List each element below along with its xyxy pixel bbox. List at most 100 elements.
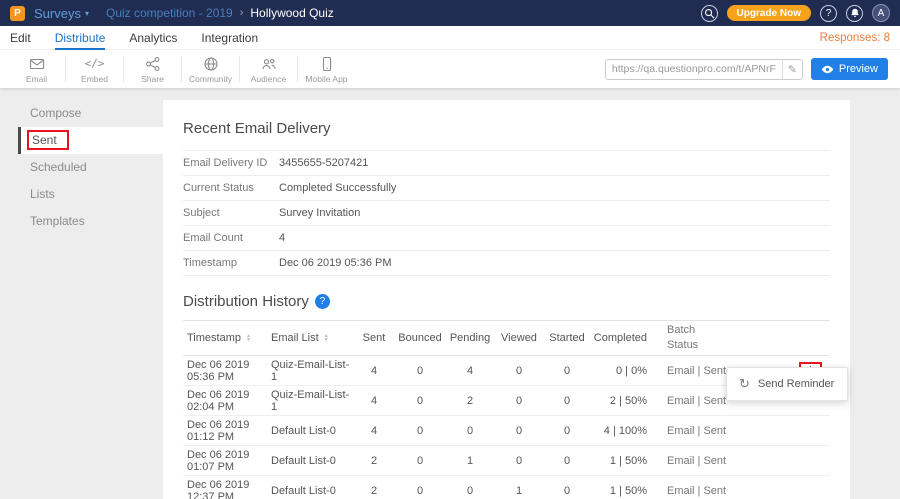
sent-sidebar: Compose Sent Scheduled Lists Templates	[18, 100, 163, 235]
breadcrumb-parent-link[interactable]: Quiz competition - 2019	[106, 6, 233, 20]
tool-share[interactable]: Share	[124, 54, 181, 84]
annotation-red-box: Sent	[27, 130, 69, 150]
responses-count[interactable]: Responses: 8	[820, 32, 890, 44]
cell-completed: 2 | 50%	[591, 395, 653, 407]
tool-community[interactable]: Community	[182, 54, 239, 84]
delivery-row: Timestamp Dec 06 2019 05:36 PM	[183, 251, 830, 276]
sort-icon: ▲▼	[324, 334, 329, 343]
upgrade-now-button[interactable]: Upgrade Now	[727, 5, 811, 21]
embed-icon: </>	[85, 56, 105, 72]
cell-email-list: Default List-0	[271, 425, 353, 437]
recent-delivery-title: Recent Email Delivery	[183, 120, 830, 137]
cell-pending: 2	[445, 395, 495, 407]
breadcrumb-separator: ›	[240, 7, 244, 19]
column-header-batch-status: Batch Status	[653, 323, 739, 353]
cell-pending: 0	[445, 425, 495, 437]
cell-viewed: 0	[495, 455, 543, 467]
delivery-value: 4	[279, 232, 285, 244]
distribution-history-title: Distribution History	[183, 293, 309, 310]
survey-url-input[interactable]	[606, 60, 782, 79]
tab-integration[interactable]: Integration	[201, 26, 258, 50]
tool-embed[interactable]: </> Embed	[66, 54, 123, 84]
cell-viewed: 0	[495, 425, 543, 437]
delivery-label: Email Delivery ID	[183, 157, 279, 169]
cell-pending: 1	[445, 455, 495, 467]
tab-edit[interactable]: Edit	[10, 26, 31, 50]
table-row[interactable]: Dec 06 2019 01:12 PM Default List-0 4 0 …	[183, 416, 830, 446]
send-reminder-menu-item[interactable]: Send Reminder	[758, 378, 834, 390]
app-window: P Surveys ▾ Quiz competition - 2019 › Ho…	[0, 0, 900, 499]
cell-viewed: 0	[495, 365, 543, 377]
sort-icon: ▲▼	[246, 334, 251, 343]
tool-email[interactable]: Email	[8, 54, 65, 84]
surveys-menu[interactable]: Surveys ▾	[34, 6, 89, 21]
cell-viewed: 1	[495, 485, 543, 497]
tab-analytics[interactable]: Analytics	[129, 26, 177, 50]
cell-timestamp: Dec 06 2019 01:12 PM	[183, 419, 271, 443]
tool-label: Mobile App	[305, 74, 347, 84]
survey-url-box: ✎	[605, 59, 803, 80]
questionpro-logo[interactable]: P	[10, 6, 25, 21]
row-context-menu: ↻ Send Reminder	[726, 367, 848, 401]
cell-timestamp: Dec 06 2019 12:37 PM	[183, 479, 271, 499]
sidebar-item-label: Sent	[32, 133, 57, 147]
tab-distribute[interactable]: Distribute	[55, 26, 106, 50]
sidebar-item-sent[interactable]: Sent	[18, 127, 163, 154]
surveys-menu-label: Surveys	[34, 6, 81, 21]
distribution-history-table: Timestamp ▲▼ Email List ▲▼ Sent Bounced …	[183, 320, 830, 499]
table-row[interactable]: Dec 06 2019 12:37 PM Default List-0 2 0 …	[183, 476, 830, 499]
send-reminder-icon: ↻	[739, 376, 750, 392]
avatar[interactable]: A	[872, 4, 890, 22]
column-header-started: Started	[543, 332, 591, 344]
cell-viewed: 0	[495, 395, 543, 407]
delivery-row: Current Status Completed Successfully	[183, 176, 830, 201]
preview-button[interactable]: Preview	[811, 58, 888, 80]
preview-label: Preview	[839, 63, 878, 75]
tool-mobile-app[interactable]: Mobile App	[298, 54, 355, 84]
cell-email-list: Quiz-Email-List-1	[271, 389, 353, 413]
recent-delivery-table: Email Delivery ID 3455655-5207421 Curren…	[183, 150, 830, 276]
delivery-label: Timestamp	[183, 257, 279, 269]
audience-icon	[261, 56, 277, 72]
sidebar-item-lists[interactable]: Lists	[18, 181, 163, 208]
sidebar-item-templates[interactable]: Templates	[18, 208, 163, 235]
cell-batch-status: Email | Sent	[653, 455, 739, 467]
cell-timestamp: Dec 06 2019 01:07 PM	[183, 449, 271, 473]
cell-completed: 1 | 50%	[591, 485, 653, 497]
tool-label: Community	[189, 74, 232, 84]
delivery-label: Current Status	[183, 182, 279, 194]
edit-url-button[interactable]: ✎	[782, 60, 802, 79]
cell-batch-status: Email | Sent	[653, 425, 739, 437]
delivery-value: Completed Successfully	[279, 182, 396, 194]
cell-email-list: Default List-0	[271, 455, 353, 467]
column-header-email-list[interactable]: Email List ▲▼	[271, 332, 353, 344]
cell-completed: 0 | 0%	[591, 365, 653, 377]
cell-bounced: 0	[395, 365, 445, 377]
cell-started: 0	[543, 395, 591, 407]
history-help-button[interactable]: ?	[315, 294, 330, 309]
search-button[interactable]	[701, 5, 718, 22]
cell-sent: 4	[353, 365, 395, 377]
column-header-pending: Pending	[445, 332, 495, 344]
tool-audience[interactable]: Audience	[240, 54, 297, 84]
column-header-completed: Completed	[591, 332, 653, 344]
cell-timestamp: Dec 06 2019 02:04 PM	[183, 389, 271, 413]
cell-timestamp: Dec 06 2019 05:36 PM	[183, 359, 271, 383]
column-header-timestamp[interactable]: Timestamp ▲▼	[183, 332, 271, 344]
cell-started: 0	[543, 365, 591, 377]
cell-completed: 4 | 100%	[591, 425, 653, 437]
notifications-button[interactable]	[846, 5, 863, 22]
delivery-value: 3455655-5207421	[279, 157, 368, 169]
cell-started: 0	[543, 455, 591, 467]
cell-email-list: Default List-0	[271, 485, 353, 497]
sidebar-item-compose[interactable]: Compose	[18, 100, 163, 127]
cell-batch-status: Email | Sent	[653, 485, 739, 497]
help-button[interactable]: ?	[820, 5, 837, 22]
cell-pending: 4	[445, 365, 495, 377]
cell-started: 0	[543, 485, 591, 497]
table-row[interactable]: Dec 06 2019 01:07 PM Default List-0 2 0 …	[183, 446, 830, 476]
sidebar-item-scheduled[interactable]: Scheduled	[18, 154, 163, 181]
breadcrumb: Quiz competition - 2019 › Hollywood Quiz	[106, 6, 334, 20]
share-icon	[145, 56, 161, 72]
top-bar: P Surveys ▾ Quiz competition - 2019 › Ho…	[0, 0, 900, 26]
